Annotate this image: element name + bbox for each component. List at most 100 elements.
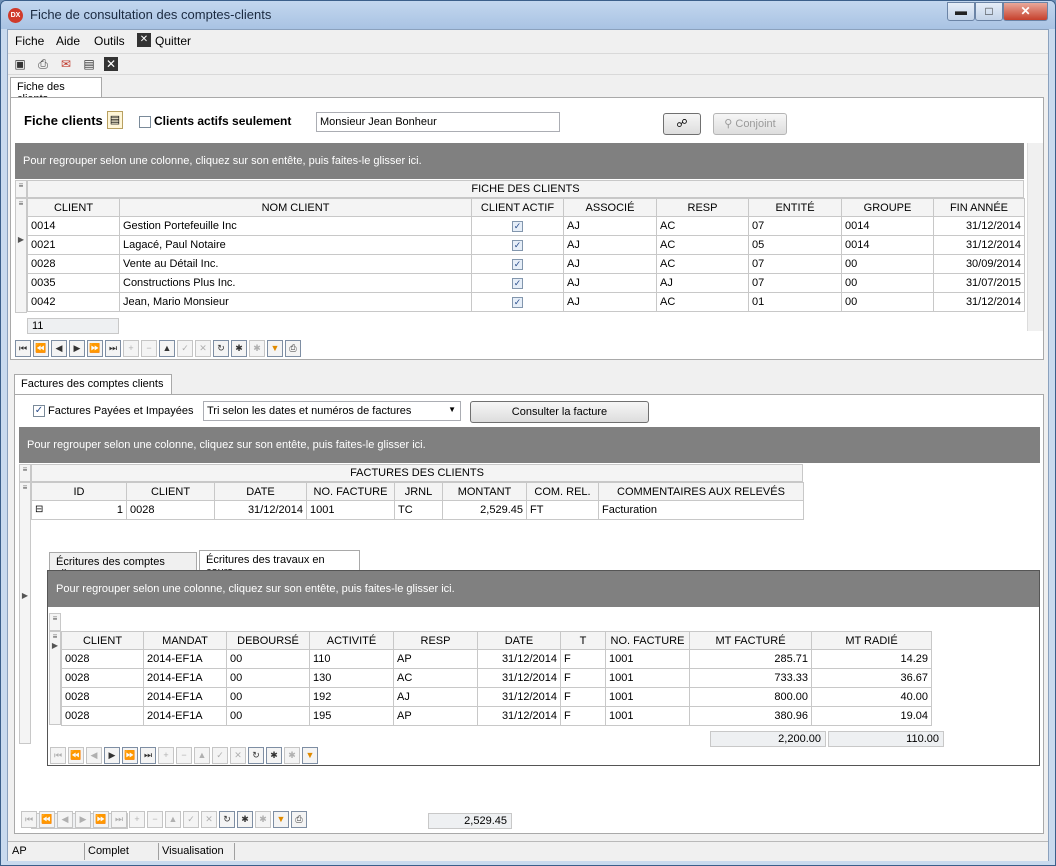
- cell[interactable]: ✓: [471, 292, 564, 312]
- cell[interactable]: ✓: [471, 216, 564, 236]
- nav-refresh-icon[interactable]: ↻: [213, 339, 229, 357]
- cell[interactable]: 07: [748, 254, 842, 274]
- cell[interactable]: ✓: [471, 273, 564, 293]
- nav-prev-page-icon[interactable]: ⏪: [68, 746, 84, 764]
- nav-first-icon[interactable]: ⏮: [50, 746, 66, 764]
- nav-next-icon[interactable]: ▶: [104, 746, 120, 764]
- active-checkbox[interactable]: ✓: [512, 221, 523, 232]
- consulter-facture-button[interactable]: Consulter la facture: [470, 401, 649, 423]
- cell[interactable]: AJ: [563, 254, 657, 274]
- nav-bookmark-icon[interactable]: ✱: [237, 810, 253, 828]
- nav-next-page-icon[interactable]: ⏩: [93, 810, 109, 828]
- cell[interactable]: AC: [656, 254, 749, 274]
- col-mt-radie[interactable]: MT RADIÉ: [811, 631, 932, 650]
- conjoint-button[interactable]: ⚲ Conjoint: [713, 113, 787, 135]
- nav-next-page-icon[interactable]: ⏩: [87, 339, 103, 357]
- table-row[interactable]: 0042 Jean, Mario Monsieur ✓ AJ AC 01 00 31/12/2…: [27, 292, 1025, 312]
- fit-icon[interactable]: ▣: [12, 57, 28, 72]
- table-row[interactable]: 0028 2014-EF1A 00 195 AP 31/12/2014 F 1001 380.9…: [61, 706, 932, 726]
- col-activite[interactable]: ACTIVITÉ: [309, 631, 394, 650]
- nav-filter-icon[interactable]: ▼: [302, 746, 318, 764]
- nav-post-icon[interactable]: ✓: [177, 339, 193, 357]
- active-checkbox[interactable]: ✓: [512, 240, 523, 251]
- nav-filter-icon[interactable]: ▼: [273, 810, 289, 828]
- tab-ecritures-comptes[interactable]: Écritures des comptes clients: [49, 552, 197, 580]
- nav-print-icon[interactable]: ⎙: [291, 810, 307, 828]
- group-by-area-factures[interactable]: Pour regrouper selon une colonne, clique…: [19, 427, 1040, 463]
- pdf-email-icon[interactable]: ✉: [58, 57, 74, 72]
- nav-post-icon[interactable]: ✓: [212, 746, 228, 764]
- col-debourse[interactable]: DEBOURSÉ: [226, 631, 310, 650]
- nav-delete-icon[interactable]: −: [141, 339, 157, 357]
- nav-post-icon[interactable]: ✓: [183, 810, 199, 828]
- col-resp[interactable]: RESP: [393, 631, 478, 650]
- nav-refresh-icon[interactable]: ↻: [219, 810, 235, 828]
- close-button[interactable]: ✕: [1003, 2, 1048, 21]
- nav-goto-bookmark-icon[interactable]: ✱: [255, 810, 271, 828]
- title-bar[interactable]: DX Fiche de consultation des comptes-cli…: [1, 1, 1055, 29]
- nav-prev-icon[interactable]: ◀: [57, 810, 73, 828]
- table-row[interactable]: 0035 Constructions Plus Inc. ✓ AJ AJ 07 00 31/0…: [27, 273, 1025, 293]
- nav-next-icon[interactable]: ▶: [69, 339, 85, 357]
- col-client[interactable]: CLIENT: [61, 631, 144, 650]
- col-jrnl[interactable]: JRNL: [394, 482, 443, 501]
- clients-vertical-scrollbar[interactable]: [1027, 143, 1043, 331]
- client-search-input[interactable]: Monsieur Jean Bonheur: [316, 112, 560, 132]
- col-id[interactable]: ID: [31, 482, 127, 501]
- col-client-actif[interactable]: CLIENT ACTIF: [471, 198, 564, 217]
- col-date[interactable]: DATE: [214, 482, 307, 501]
- chevron-down-icon[interactable]: ▼: [448, 405, 456, 414]
- col-montant[interactable]: MONTANT: [442, 482, 527, 501]
- col-commentaires[interactable]: COMMENTAIRES AUX RELEVÉS: [598, 482, 804, 501]
- nav-refresh-icon[interactable]: ↻: [248, 746, 264, 764]
- nav-edit-icon[interactable]: ▲: [159, 339, 175, 357]
- table-row[interactable]: ⊟ 1 0028 31/12/2014 1001 TC 2,529.45 FT F…: [31, 500, 804, 520]
- active-checkbox[interactable]: ✓: [512, 297, 523, 308]
- menu-fiche[interactable]: Fiche: [15, 34, 44, 48]
- active-checkbox[interactable]: ✓: [512, 278, 523, 289]
- nav-add-icon[interactable]: +: [123, 339, 139, 357]
- nav-prev-icon[interactable]: ◀: [86, 746, 102, 764]
- find-client-button[interactable]: ☍: [663, 113, 701, 135]
- nav-next-page-icon[interactable]: ⏩: [122, 746, 138, 764]
- col-client[interactable]: CLIENT: [126, 482, 215, 501]
- col-fin-annee[interactable]: FIN ANNÉE: [933, 198, 1025, 217]
- active-checkbox[interactable]: ✓: [512, 259, 523, 270]
- print-icon[interactable]: ⎙: [35, 57, 51, 72]
- col-associe[interactable]: ASSOCIÉ: [563, 198, 657, 217]
- nav-goto-bookmark-icon[interactable]: ✱: [249, 339, 265, 357]
- tab-ecritures-travaux[interactable]: Écritures des travaux en cours: [199, 550, 360, 578]
- table-row-selected[interactable]: 0028 Vente au Détail Inc. ✓ AJ AC 07 00 30/09/2…: [27, 254, 1025, 274]
- document-icon[interactable]: ▤: [107, 111, 123, 129]
- nav-next-icon[interactable]: ▶: [75, 810, 91, 828]
- tab-factures[interactable]: Factures des comptes clients: [14, 374, 172, 395]
- nav-prev-page-icon[interactable]: ⏪: [33, 339, 49, 357]
- col-entite[interactable]: ENTITÉ: [748, 198, 842, 217]
- nav-edit-icon[interactable]: ▲: [194, 746, 210, 764]
- nav-delete-icon[interactable]: −: [147, 810, 163, 828]
- close-form-icon[interactable]: ✕: [104, 57, 118, 71]
- nav-first-icon[interactable]: ⏮: [15, 339, 31, 357]
- col-t[interactable]: T: [560, 631, 606, 650]
- menu-outils[interactable]: Outils: [94, 34, 125, 48]
- col-mandat[interactable]: MANDAT: [143, 631, 227, 650]
- nav-filter-icon[interactable]: ▼: [267, 339, 283, 357]
- table-row[interactable]: 0028 2014-EF1A 00 192 AJ 31/12/2014 F 1001 800.0…: [61, 687, 932, 707]
- cell[interactable]: ✓: [471, 254, 564, 274]
- actifs-checkbox[interactable]: [139, 116, 151, 128]
- col-no-facture[interactable]: NO. FACTURE: [605, 631, 690, 650]
- nav-last-icon[interactable]: ⏭: [105, 339, 121, 357]
- table-row[interactable]: 0014 Gestion Portefeuille Inc ✓ AJ AC 07 0014 3…: [27, 216, 1025, 236]
- col-com-rel[interactable]: COM. REL.: [526, 482, 599, 501]
- nav-add-icon[interactable]: +: [158, 746, 174, 764]
- payees-checkbox[interactable]: ✓: [33, 405, 45, 417]
- contact-card-icon[interactable]: ▤: [81, 57, 97, 72]
- minimize-button[interactable]: ▬: [947, 2, 975, 21]
- group-by-area-clients[interactable]: Pour regrouper selon une colonne, clique…: [15, 143, 1024, 179]
- nav-bookmark-icon[interactable]: ✱: [266, 746, 282, 764]
- table-row[interactable]: 0021 Lagacé, Paul Notaire ✓ AJ AC 05 0014 31/12…: [27, 235, 1025, 255]
- nav-goto-bookmark-icon[interactable]: ✱: [284, 746, 300, 764]
- table-row[interactable]: 0028 2014-EF1A 00 110 AP 31/12/2014 F 1001 285.7…: [61, 649, 932, 669]
- nav-edit-icon[interactable]: ▲: [165, 810, 181, 828]
- nav-delete-icon[interactable]: −: [176, 746, 192, 764]
